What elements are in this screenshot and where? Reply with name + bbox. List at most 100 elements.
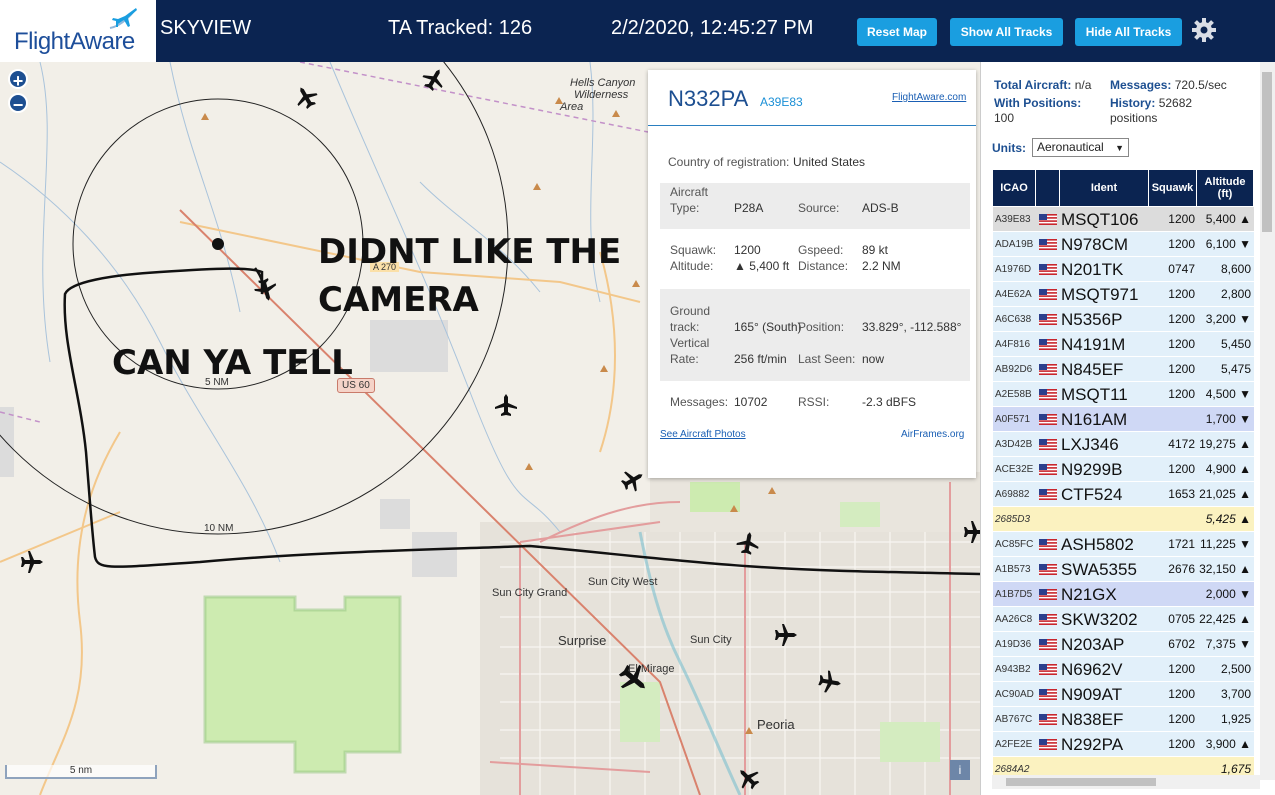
row-squawk: 1200 [1168, 337, 1195, 351]
us-flag-icon [1039, 714, 1057, 725]
table-row[interactable]: ACE32E N9299B 1200 4,900 ▲ [993, 457, 1254, 482]
row-altitude: 5,475 [1220, 362, 1251, 376]
row-flag [1037, 582, 1059, 607]
horizontal-scrollbar[interactable] [992, 775, 1260, 789]
table-row[interactable]: AC85FC ASH5802 1721 11,225 ▼ [993, 532, 1254, 557]
row-ident: SWA5355 [1061, 560, 1137, 579]
table-row[interactable]: A1B573 SWA5355 2676 32,150 ▲ [993, 557, 1254, 582]
row-icao: AC90AD [995, 689, 1034, 700]
vertical-scroll-thumb[interactable] [1262, 72, 1272, 232]
row-ident: N978CM [1061, 235, 1129, 254]
popup-header: N332PA A39E83 FlightAware.com [648, 70, 976, 126]
table-row[interactable]: A6C638 N5356P 1200 3,200 ▼ [993, 307, 1254, 332]
row-altitude: 4,500 ▼ [1205, 387, 1251, 401]
units-select[interactable]: Aeronautical [1032, 138, 1129, 157]
row-ident: N845EF [1061, 360, 1124, 379]
row-flag [1037, 557, 1059, 582]
table-row[interactable]: A943B2 N6962V 1200 2,500 [993, 657, 1254, 682]
flightaware-link[interactable]: FlightAware.com [892, 92, 966, 103]
table-row[interactable]: A2FE2E N292PA 1200 3,900 ▲ [993, 732, 1254, 757]
aircraft-icon [617, 464, 649, 496]
table-row[interactable]: A0F571 N161AM 1,700 ▼ [993, 407, 1254, 432]
row-icao: A0F571 [995, 414, 1031, 425]
row-squawk: 1200 [1168, 237, 1195, 251]
us-flag-icon [1039, 214, 1057, 225]
table-row[interactable]: ADA19B N978CM 1200 6,100 ▼ [993, 232, 1254, 257]
us-flag-icon [1039, 614, 1057, 625]
row-squawk: 1200 [1168, 462, 1195, 476]
row-altitude: 1,925 [1220, 712, 1251, 726]
table-row[interactable]: A3D42B LXJ346 4172 19,275 ▲ [993, 432, 1254, 457]
col-altitude[interactable]: Altitude (ft) [1197, 170, 1254, 206]
table-row[interactable]: 2685D3 5,425 ▲ [993, 507, 1254, 532]
rssi-value: -2.3 dBFS [862, 395, 917, 409]
table-row[interactable]: AA26C8 SKW3202 0705 22,425 ▲ [993, 607, 1254, 632]
rssi-label: RSSI: [798, 395, 830, 409]
row-ident: LXJ346 [1061, 435, 1119, 454]
row-ident: SKW3202 [1061, 610, 1138, 629]
airframes-link[interactable]: AirFrames.org [901, 429, 964, 440]
us-flag-icon [1039, 339, 1057, 350]
row-squawk: 0747 [1168, 262, 1195, 276]
info-icon[interactable]: i [950, 760, 970, 780]
row-ident: N4191M [1061, 335, 1126, 354]
table-row[interactable]: A39E83 MSQT106 1200 5,400 ▲ [993, 207, 1254, 232]
table-row[interactable]: A1B7D5 N21GX 2,000 ▼ [993, 582, 1254, 607]
table-row[interactable]: A4F816 N4191M 1200 5,450 [993, 332, 1254, 357]
table-row[interactable]: A4E62A MSQT971 1200 2,800 [993, 282, 1254, 307]
gear-icon[interactable] [1190, 16, 1218, 44]
row-altitude: 2,800 [1220, 287, 1251, 301]
row-altitude: 32,150 ▲ [1199, 562, 1251, 576]
aircraft-icon [964, 521, 980, 543]
with-positions-stat: With Positions: 100 [994, 96, 1082, 125]
track-value: 165° (South) [734, 320, 802, 334]
row-altitude: 2,000 ▼ [1205, 587, 1251, 601]
row-squawk: 1200 [1168, 212, 1195, 226]
row-icao: A1B7D5 [995, 589, 1033, 600]
gspeed-label: Gspeed: [798, 243, 844, 257]
row-icao: 2685D3 [995, 514, 1031, 525]
table-row[interactable]: A2E58B MSQT11 1200 4,500 ▼ [993, 382, 1254, 407]
table-row[interactable]: AB92D6 N845EF 1200 5,475 [993, 357, 1254, 382]
horizontal-scroll-thumb[interactable] [1006, 778, 1156, 786]
flightaware-logo[interactable]: FlightAware [0, 0, 156, 62]
see-aircraft-photos-link[interactable]: See Aircraft Photos [660, 429, 746, 440]
row-ident [1061, 507, 1149, 532]
row-squawk [1151, 407, 1195, 432]
reset-map-button[interactable]: Reset Map [857, 18, 937, 46]
col-squawk[interactable]: Squawk [1149, 170, 1197, 206]
distance-label: Distance: [798, 259, 849, 273]
row-flag [1037, 657, 1059, 682]
aircraft-type-label-2: Type: [670, 201, 700, 215]
col-ident[interactable]: Ident [1060, 170, 1149, 206]
hide-all-tracks-button[interactable]: Hide All Tracks [1075, 18, 1182, 46]
table-row[interactable]: AB767C N838EF 1200 1,925 [993, 707, 1254, 732]
distance-value: 2.2 NM [862, 259, 901, 273]
us-flag-icon [1039, 489, 1057, 500]
aircraft-type-label-1: Aircraft [670, 185, 709, 199]
aircraft-list-panel: Total Aircraft: n/a Messages: 720.5/sec … [980, 62, 1275, 795]
track-label-1: Ground [670, 304, 711, 318]
table-row[interactable]: A19D36 N203AP 6702 7,375 ▼ [993, 632, 1254, 657]
vertical-scrollbar[interactable] [1260, 62, 1275, 780]
row-flag [1037, 532, 1059, 557]
row-icao: A39E83 [995, 214, 1031, 225]
row-ident: MSQT11 [1061, 385, 1128, 404]
last-seen-label: Last Seen: [798, 352, 856, 366]
row-flag [1037, 507, 1059, 532]
table-row[interactable]: A69882 CTF524 1653 21,025 ▲ [993, 482, 1254, 507]
col-icao[interactable]: ICAO [993, 170, 1036, 206]
row-squawk: 1200 [1168, 737, 1195, 751]
row-ident: ASH5802 [1061, 535, 1134, 554]
row-ident: N292PA [1061, 735, 1124, 754]
scale-bar: 5 nm [5, 765, 157, 779]
table-row[interactable]: AC90AD N909AT 1200 3,700 [993, 682, 1254, 707]
row-ident: N909AT [1061, 685, 1123, 704]
col-flag[interactable] [1036, 170, 1060, 206]
row-flag [1037, 432, 1059, 457]
messages-value: 10702 [734, 395, 768, 409]
show-all-tracks-button[interactable]: Show All Tracks [950, 18, 1063, 46]
row-altitude: 3,900 ▲ [1205, 737, 1251, 751]
row-altitude: 22,425 ▲ [1199, 612, 1251, 626]
table-row[interactable]: A1976D N201TK 0747 8,600 [993, 257, 1254, 282]
